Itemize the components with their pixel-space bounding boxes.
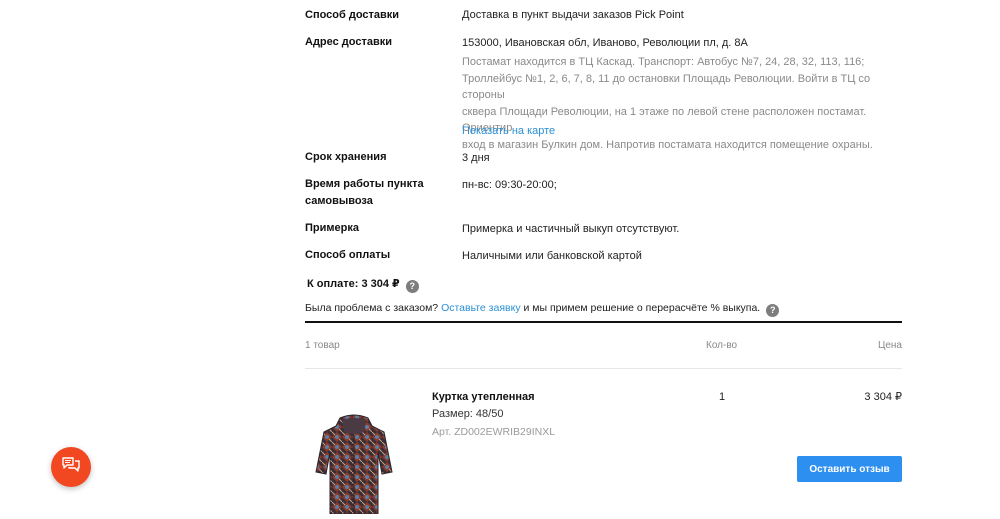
- delivery-address-label: Адрес доставки: [305, 36, 393, 48]
- pickup-hours-label-line: самовывоза: [305, 195, 373, 207]
- delivery-method-label: Способ доставки: [305, 9, 400, 21]
- storage-period-label: Срок хранения: [305, 151, 387, 163]
- leave-request-link[interactable]: Оставьте заявку: [441, 302, 521, 314]
- storage-period-value: 3 дня: [462, 152, 490, 164]
- divider: [305, 321, 902, 323]
- payment-method-label: Способ оплаты: [305, 249, 391, 261]
- product-price: 3 304 ₽: [864, 391, 902, 403]
- leave-review-button[interactable]: Оставить отзыв: [797, 456, 902, 482]
- payment-method-value: Наличными или банковской картой: [462, 250, 642, 262]
- chat-icon: [61, 456, 81, 479]
- problem-suffix: и мы примем решение о перерасчёте % выку…: [523, 302, 761, 314]
- delivery-method-value: Доставка в пункт выдачи заказов Pick Poi…: [462, 9, 684, 21]
- chat-button[interactable]: [51, 447, 91, 487]
- pickup-hours-value: пн-вс: 09:30-20:00;: [462, 179, 557, 191]
- total-to-pay: К оплате: 3 304 ₽?: [307, 276, 419, 293]
- question-icon[interactable]: ?: [405, 280, 419, 293]
- price-header: Цена: [877, 340, 902, 351]
- product-quantity: 1: [719, 391, 726, 403]
- show-on-map-link[interactable]: Показать на карте: [462, 123, 555, 139]
- product-name[interactable]: Куртка утепленная: [432, 389, 535, 405]
- pickup-hours-label-line: Время работы пункта: [305, 178, 424, 190]
- product-size: Размер: 48/50: [432, 408, 504, 420]
- address-note-line: Троллейбус №1, 2, 6, 7, 8, 11 до останов…: [462, 72, 871, 102]
- divider: [305, 368, 902, 369]
- product-article: Арт. ZD002EWRIB29INXL: [432, 426, 556, 438]
- pickup-hours-label: Время работы пункта самовывоза: [305, 176, 445, 210]
- problem-prefix: Была проблема с заказом?: [305, 302, 439, 314]
- fitting-label: Примерка: [305, 222, 359, 234]
- product-image[interactable]: [312, 412, 396, 515]
- fitting-value: Примерка и частичный выкуп отсутствуют.: [462, 223, 680, 235]
- quantity-header: Кол-во: [706, 340, 738, 351]
- total-text: К оплате: 3 304 ₽: [307, 278, 400, 290]
- question-icon[interactable]: ?: [766, 304, 780, 317]
- address-note-line: Постамат находится в ТЦ Каскад. Транспор…: [462, 56, 865, 68]
- delivery-address-value: 153000, Ивановская обл, Иваново, Революц…: [462, 37, 748, 49]
- items-count-header: 1 товар: [305, 340, 340, 351]
- order-problem-notice: Была проблема с заказом? Оставьте заявку…: [305, 300, 780, 317]
